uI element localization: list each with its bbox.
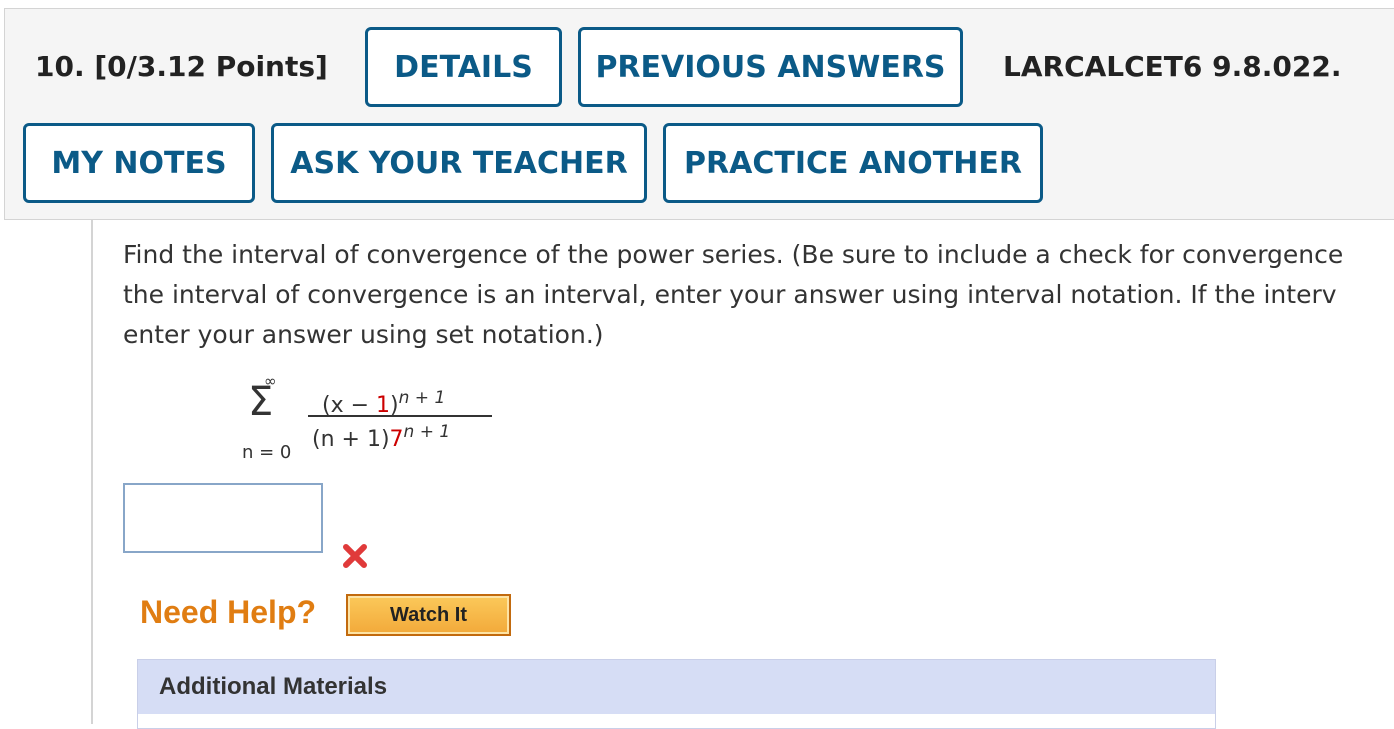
denominator-value: 7 [389, 427, 404, 452]
additional-materials-panel: Additional Materials [137, 659, 1216, 729]
numerator-exponent: n + 1 [398, 388, 446, 408]
denominator-base: (n + 1) [312, 427, 390, 452]
content-divider [91, 220, 93, 724]
power-series-formula: ∞ Σ n = 0 (x − 1)n + 1 (n + 1)7n + 1 [240, 372, 500, 463]
answer-input[interactable] [123, 483, 323, 553]
practice-another-button[interactable]: PRACTICE ANOTHER [663, 123, 1043, 203]
question-number: 10. [0/3.12 Points] [35, 50, 328, 83]
details-button[interactable]: DETAILS [365, 27, 562, 107]
watch-it-button[interactable]: Watch It [346, 594, 511, 636]
question-line-1: Find the interval of convergence of the … [123, 240, 1344, 269]
ask-your-teacher-button[interactable]: ASK YOUR TEACHER [271, 123, 647, 203]
question-line-2: the interval of convergence is an interv… [123, 280, 1337, 309]
previous-answers-button[interactable]: PREVIOUS ANSWERS [578, 27, 963, 107]
my-notes-button[interactable]: MY NOTES [23, 123, 255, 203]
course-code: LARCALCET6 9.8.022. [1003, 50, 1342, 83]
sum-lower-limit: n = 0 [242, 442, 292, 463]
series-denominator: (n + 1)7n + 1 [312, 422, 450, 452]
question-line-3: enter your answer using set notation.) [123, 320, 604, 349]
series-numerator: (x − 1)n + 1 [322, 388, 445, 418]
sigma-symbol: Σ [248, 379, 274, 425]
additional-materials-header[interactable]: Additional Materials [138, 660, 1215, 714]
fraction-bar [308, 415, 492, 417]
question-prompt: Find the interval of convergence of the … [123, 235, 1394, 355]
denominator-exponent: n + 1 [403, 422, 451, 442]
need-help-label: Need Help? [140, 594, 317, 630]
x-mark-icon [343, 544, 367, 568]
